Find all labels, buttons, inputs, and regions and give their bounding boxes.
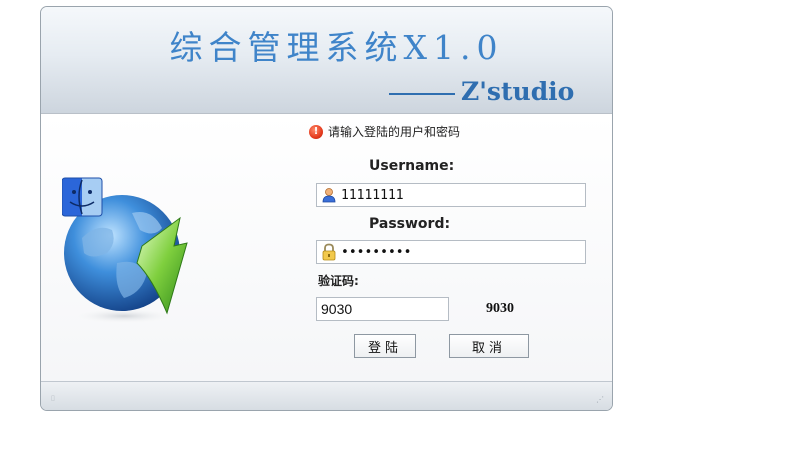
captcha-label: 验证码:	[318, 274, 359, 288]
captcha-field-container	[316, 297, 449, 321]
resize-grip-icon[interactable]: ⋰	[596, 395, 604, 404]
username-input[interactable]	[341, 187, 571, 203]
alert-icon: !	[309, 124, 323, 139]
lock-icon	[321, 243, 337, 261]
app-title: 综合管理系统X1.0	[169, 28, 504, 67]
user-icon	[321, 187, 337, 203]
username-label: Username:	[369, 158, 455, 174]
globe-login-icon	[62, 177, 188, 324]
password-field-container	[316, 240, 586, 264]
studio-name: Z'studio	[461, 77, 575, 106]
header-banner: 综合管理系统X1.0 Z'studio	[41, 7, 612, 114]
login-message-text: 请输入登陆的用户和密码	[328, 125, 461, 139]
window-footer: ▯ ⋰	[41, 381, 612, 410]
cancel-button[interactable]: 取消	[449, 334, 529, 358]
password-input[interactable]	[341, 244, 571, 260]
footer-mark: ▯	[51, 394, 55, 402]
login-button[interactable]: 登陆	[354, 334, 416, 358]
login-message: ! 请输入登陆的用户和密码	[309, 123, 504, 140]
username-field-container	[316, 183, 586, 207]
password-label: Password:	[369, 216, 451, 232]
captcha-code[interactable]: 9030	[486, 301, 514, 317]
captcha-input[interactable]	[321, 299, 441, 319]
studio-divider	[389, 93, 455, 95]
